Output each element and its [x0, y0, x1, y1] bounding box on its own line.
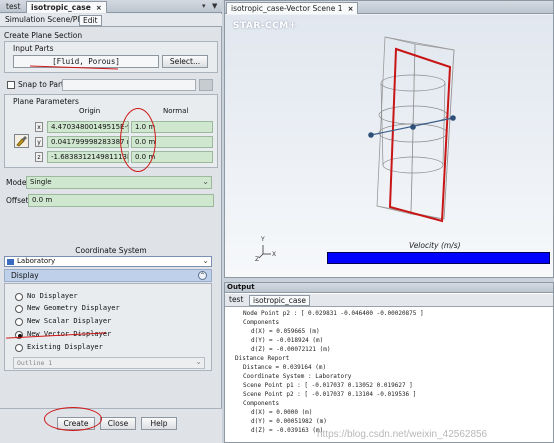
log-line: Coordinate System : Laboratory — [243, 373, 352, 380]
origin-z-field[interactable]: -1.683831214981113E-7 m — [47, 151, 129, 163]
offset-label: Offset — [6, 196, 29, 205]
input-parts-title: Input Parts — [13, 44, 54, 53]
annotation-circle-create — [44, 407, 102, 431]
radio-label: No Displayer — [27, 292, 78, 300]
log-line: Distance = 0.039164 (m) — [243, 364, 327, 371]
triad-x-label: X — [272, 251, 277, 258]
normal-column-header: Normal — [163, 107, 189, 115]
tab-label: isotropic_case-Vector Scene 1 — [231, 4, 343, 13]
log-line: d(X) = 0.0000 (m) — [251, 409, 313, 416]
mode-select[interactable]: Single ⌄ — [26, 176, 212, 189]
tab-output-test[interactable]: test — [226, 295, 246, 306]
radio-no-displayer[interactable] — [15, 293, 23, 301]
log-line: Node Point p2 : [ 0.029831 -0.046400 -0.… — [243, 310, 424, 317]
pick-point-icon[interactable] — [14, 134, 29, 148]
tab-vector-scene[interactable]: isotropic_case-Vector Scene 1 × — [226, 2, 359, 14]
log-line: Components — [243, 319, 280, 326]
collapse-icon[interactable]: ⌃ — [198, 271, 207, 280]
menu-dropdown-icon[interactable]: ▼ — [212, 2, 217, 10]
coordinate-system-select[interactable]: Laboratory ⌄ — [4, 256, 212, 267]
radio-label: New Scalar Displayer — [27, 317, 112, 325]
output-tabs: test isotropic_case — [225, 294, 553, 307]
radio-label: New Geometry Displayer — [27, 304, 120, 312]
scene-subtabs: Simulation Scene/Plot Edit — [0, 14, 222, 27]
display-options-group: No Displayer New Geometry Displayer New … — [4, 283, 212, 371]
plane-parameters-group: Plane Parameters Origin Normal x 4.47034… — [4, 94, 218, 168]
coordinate-system-title: Coordinate System — [75, 246, 147, 255]
chevron-down-icon[interactable]: ▾ — [202, 2, 206, 10]
tab-label: isotropic_case — [31, 3, 91, 12]
log-line: d(X) = 0.059665 (m) — [251, 328, 320, 335]
log-line: d(Z) = -0.00072121 (m) — [251, 346, 331, 353]
watermark: https://blog.csdn.net/weixin_42562856 — [317, 429, 488, 440]
chevron-down-icon: ⌄ — [202, 177, 209, 186]
tab-edit[interactable]: Edit — [79, 15, 102, 26]
display-header[interactable]: Display ⌃ — [4, 269, 212, 282]
y-axis-label: y — [35, 137, 43, 147]
coordinate-system-value: Laboratory — [17, 257, 56, 265]
origin-column-header: Origin — [79, 107, 101, 115]
annotation-circle-normal — [120, 108, 156, 172]
select-parts-button[interactable]: Select... — [162, 55, 208, 68]
vector-scene-view: isotropic_case-Vector Scene 1 × STAR-CCM+ — [224, 0, 554, 278]
scene-canvas[interactable]: STAR-CCM+ Y X Z Velocity (m/s) — [225, 15, 553, 277]
triad-z-label: Z — [255, 256, 260, 263]
scene-tab-strip: isotropic_case-Vector Scene 1 × — [225, 1, 553, 14]
button-bar: Create Close Help — [0, 408, 222, 443]
log-line: Scene Point p2 : [ -0.017037 0.13104 -0.… — [243, 391, 417, 398]
help-button[interactable]: Help — [141, 417, 177, 430]
snap-to-part-label: Snap to Part — [18, 80, 64, 89]
geometry-view — [258, 36, 456, 259]
chevron-down-icon: ⌄ — [202, 256, 209, 265]
left-tab-strip: test isotropic_case × ▾ ▼ — [0, 0, 222, 13]
tab-label: test — [6, 2, 21, 11]
mode-value: Single — [30, 178, 52, 186]
x-axis-label: x — [35, 122, 43, 132]
tab-output-isotropic-case[interactable]: isotropic_case — [249, 295, 310, 306]
snap-to-part-button[interactable] — [199, 79, 213, 91]
offset-field[interactable]: 0.0 m — [28, 194, 214, 207]
mode-label: Mode — [6, 178, 27, 187]
create-plane-section-panel: test isotropic_case × ▾ ▼ Simulation Scen… — [0, 0, 222, 443]
snap-to-part-field[interactable] — [62, 79, 196, 91]
plane-parameters-title: Plane Parameters — [13, 97, 79, 106]
colorbar-label: Velocity (m/s) — [409, 241, 461, 250]
z-axis-label: z — [35, 152, 43, 162]
tab-simulation-scene-plot[interactable]: Simulation Scene/Plot — [2, 15, 90, 26]
radio-new-scalar-displayer[interactable] — [15, 318, 23, 326]
tab-test[interactable]: test — [2, 1, 24, 13]
existing-displayer-select[interactable]: Outline 1 ⌄ — [13, 357, 205, 369]
close-icon[interactable]: × — [96, 4, 102, 12]
radio-label: Existing Displayer — [27, 343, 103, 351]
chevron-down-icon: ⌄ — [195, 357, 202, 366]
log-line: Distance Report — [235, 355, 290, 362]
snap-to-part-checkbox[interactable] — [7, 81, 15, 89]
output-title: Output — [225, 283, 553, 293]
velocity-colorbar — [327, 252, 550, 264]
output-log[interactable]: Node Point p2 : [ 0.029831 -0.046400 -0.… — [225, 308, 553, 443]
tab-isotropic-case[interactable]: isotropic_case × — [26, 1, 107, 13]
origin-y-field[interactable]: 0.041799998283387 m — [47, 136, 129, 148]
display-title: Display — [11, 271, 39, 280]
triad-y-label: Y — [261, 236, 265, 243]
output-panel: Output test isotropic_case Node Point p2… — [224, 282, 554, 443]
existing-displayer-value: Outline 1 — [17, 359, 53, 367]
origin-x-field[interactable]: 4.47034800149515E-9 m — [47, 121, 129, 133]
log-line: Scene Point p1 : [ -0.017037 0.13052 0.0… — [243, 382, 413, 389]
close-button[interactable]: Close — [100, 417, 136, 430]
radio-existing-displayer[interactable] — [15, 344, 23, 352]
log-line: Components — [243, 400, 280, 407]
log-line: d(Z) = -0.039163 (m) — [251, 427, 324, 434]
coordinate-system-icon — [7, 259, 14, 265]
section-title: Create Plane Section — [4, 31, 83, 40]
radio-new-geometry-displayer[interactable] — [15, 305, 23, 313]
close-icon[interactable]: × — [348, 5, 354, 13]
log-line: d(Y) = -0.018924 (m) — [251, 337, 324, 344]
log-line: d(Y) = 0.00051982 (m) — [251, 418, 327, 425]
